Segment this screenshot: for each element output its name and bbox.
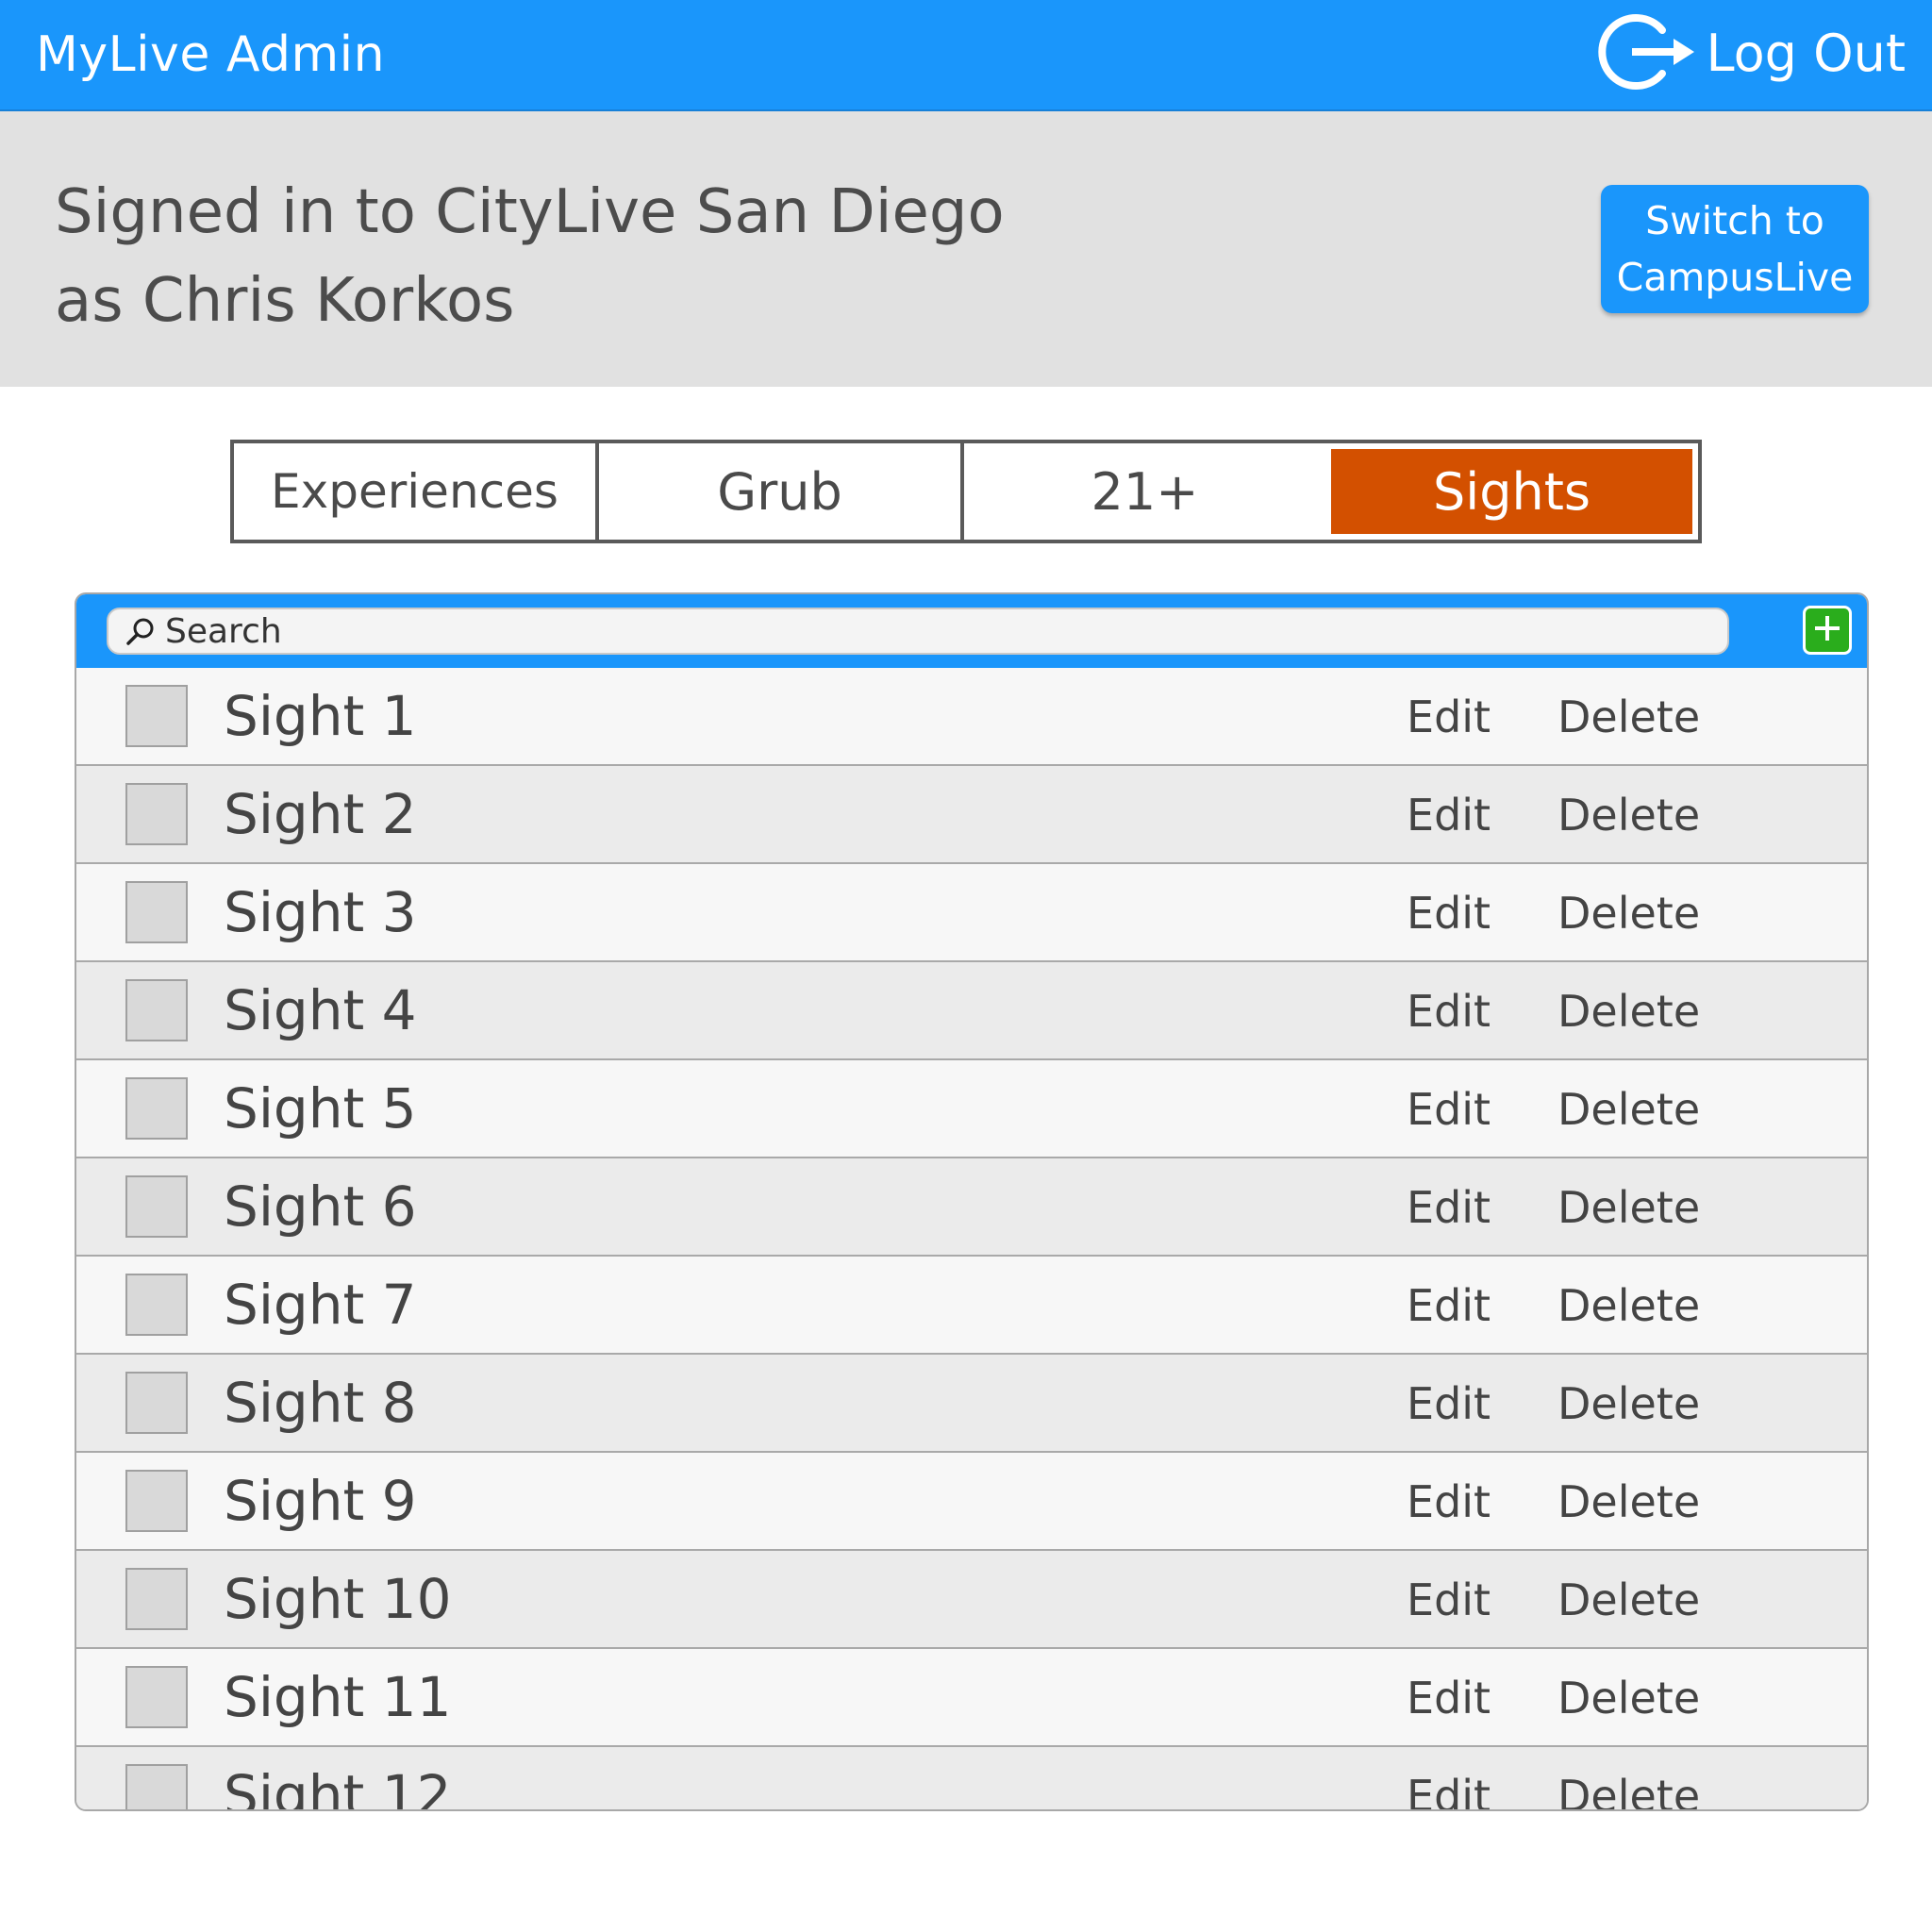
plus-icon	[1811, 612, 1843, 648]
item-name: Sight 4	[224, 978, 417, 1042]
logout-button[interactable]: Log Out	[1594, 11, 1906, 96]
item-name: Sight 8	[224, 1371, 417, 1435]
delete-button[interactable]: Delete	[1557, 885, 1700, 941]
edit-button[interactable]: Edit	[1407, 1670, 1491, 1726]
edit-button[interactable]: Edit	[1407, 1474, 1491, 1530]
signin-line-account: Signed in to CityLive San Diego	[55, 177, 1005, 247]
top-bar: MyLive Admin Log Out	[0, 0, 1932, 111]
list-item: Sight 7 Edit Delete	[76, 1255, 1867, 1353]
row-checkbox[interactable]	[125, 1274, 188, 1336]
list-item: Sight 11 Edit Delete	[76, 1647, 1867, 1745]
item-name: Sight 9	[224, 1469, 417, 1533]
item-name: Sight 7	[224, 1273, 417, 1337]
signin-line-user: as Chris Korkos	[55, 266, 515, 336]
delete-button[interactable]: Delete	[1557, 1277, 1700, 1334]
edit-button[interactable]: Edit	[1407, 983, 1491, 1040]
item-name: Sight 2	[224, 782, 417, 846]
item-name: Sight 12	[224, 1763, 452, 1811]
delete-button[interactable]: Delete	[1557, 1081, 1700, 1138]
list-item: Sight 12 Edit Delete	[76, 1745, 1867, 1811]
logout-label: Log Out	[1706, 24, 1906, 83]
list-item: Sight 3 Edit Delete	[76, 862, 1867, 960]
item-name: Sight 5	[224, 1076, 417, 1141]
list-toolbar	[76, 594, 1867, 668]
edit-button[interactable]: Edit	[1407, 1081, 1491, 1138]
item-name: Sight 6	[224, 1174, 417, 1239]
row-checkbox[interactable]	[125, 1470, 188, 1532]
item-name: Sight 11	[224, 1665, 452, 1729]
sights-list: Sight 1 Edit Delete Sight 2 Edit Delete …	[76, 668, 1867, 1811]
edit-button[interactable]: Edit	[1407, 1277, 1491, 1334]
tab-experiences[interactable]: Experiences	[234, 443, 595, 540]
edit-button[interactable]: Edit	[1407, 1572, 1491, 1628]
list-item: Sight 4 Edit Delete	[76, 960, 1867, 1058]
delete-button[interactable]: Delete	[1557, 1768, 1700, 1809]
list-item: Sight 2 Edit Delete	[76, 764, 1867, 862]
admin-page: MyLive Admin Log Out Signed in to CityLi…	[0, 0, 1932, 1932]
row-checkbox[interactable]	[125, 979, 188, 1041]
list-item: Sight 9 Edit Delete	[76, 1451, 1867, 1549]
edit-button[interactable]: Edit	[1407, 1768, 1491, 1809]
row-checkbox[interactable]	[125, 1077, 188, 1140]
row-checkbox[interactable]	[125, 685, 188, 747]
row-checkbox[interactable]	[125, 881, 188, 943]
logout-icon	[1594, 9, 1698, 98]
search-icon	[125, 616, 156, 646]
row-checkbox[interactable]	[125, 1666, 188, 1728]
app-title: MyLive Admin	[36, 26, 386, 83]
search-input[interactable]	[165, 610, 1727, 652]
edit-button[interactable]: Edit	[1407, 885, 1491, 941]
list-item: Sight 8 Edit Delete	[76, 1353, 1867, 1451]
delete-button[interactable]: Delete	[1557, 1179, 1700, 1236]
row-checkbox[interactable]	[125, 1764, 188, 1809]
edit-button[interactable]: Edit	[1407, 1179, 1491, 1236]
sights-list-panel: Sight 1 Edit Delete Sight 2 Edit Delete …	[75, 592, 1869, 1811]
item-name: Sight 1	[224, 684, 417, 748]
delete-button[interactable]: Delete	[1557, 983, 1700, 1040]
delete-button[interactable]: Delete	[1557, 1474, 1700, 1530]
row-checkbox[interactable]	[125, 1175, 188, 1238]
delete-button[interactable]: Delete	[1557, 689, 1700, 745]
item-name: Sight 3	[224, 880, 417, 944]
signin-banner: Signed in to CityLive San Diego as Chris…	[0, 111, 1932, 387]
signin-status: Signed in to CityLive San Diego as Chris…	[55, 168, 1005, 345]
edit-button[interactable]: Edit	[1407, 787, 1491, 843]
delete-button[interactable]: Delete	[1557, 1572, 1700, 1628]
item-name: Sight 10	[224, 1567, 452, 1631]
switch-label-line1: Switch to	[1645, 198, 1824, 243]
add-sight-button[interactable]	[1803, 606, 1852, 655]
row-checkbox[interactable]	[125, 1568, 188, 1630]
delete-button[interactable]: Delete	[1557, 1670, 1700, 1726]
list-item: Sight 6 Edit Delete	[76, 1157, 1867, 1255]
category-tabs: Experiences Grub 21+ Sights	[230, 440, 1702, 543]
tab-21-plus[interactable]: 21+	[960, 443, 1325, 540]
delete-button[interactable]: Delete	[1557, 1375, 1700, 1432]
search-box	[107, 608, 1729, 655]
list-item: Sight 1 Edit Delete	[76, 668, 1867, 764]
delete-button[interactable]: Delete	[1557, 787, 1700, 843]
list-item: Sight 10 Edit Delete	[76, 1549, 1867, 1647]
list-item: Sight 5 Edit Delete	[76, 1058, 1867, 1157]
row-checkbox[interactable]	[125, 1372, 188, 1434]
edit-button[interactable]: Edit	[1407, 1375, 1491, 1432]
tab-sights[interactable]: Sights	[1325, 443, 1698, 540]
switch-label-line2: CampusLive	[1616, 255, 1854, 300]
row-checkbox[interactable]	[125, 783, 188, 845]
tab-grub[interactable]: Grub	[595, 443, 960, 540]
switch-to-campuslive-button[interactable]: Switch to CampusLive	[1601, 185, 1869, 313]
edit-button[interactable]: Edit	[1407, 689, 1491, 745]
